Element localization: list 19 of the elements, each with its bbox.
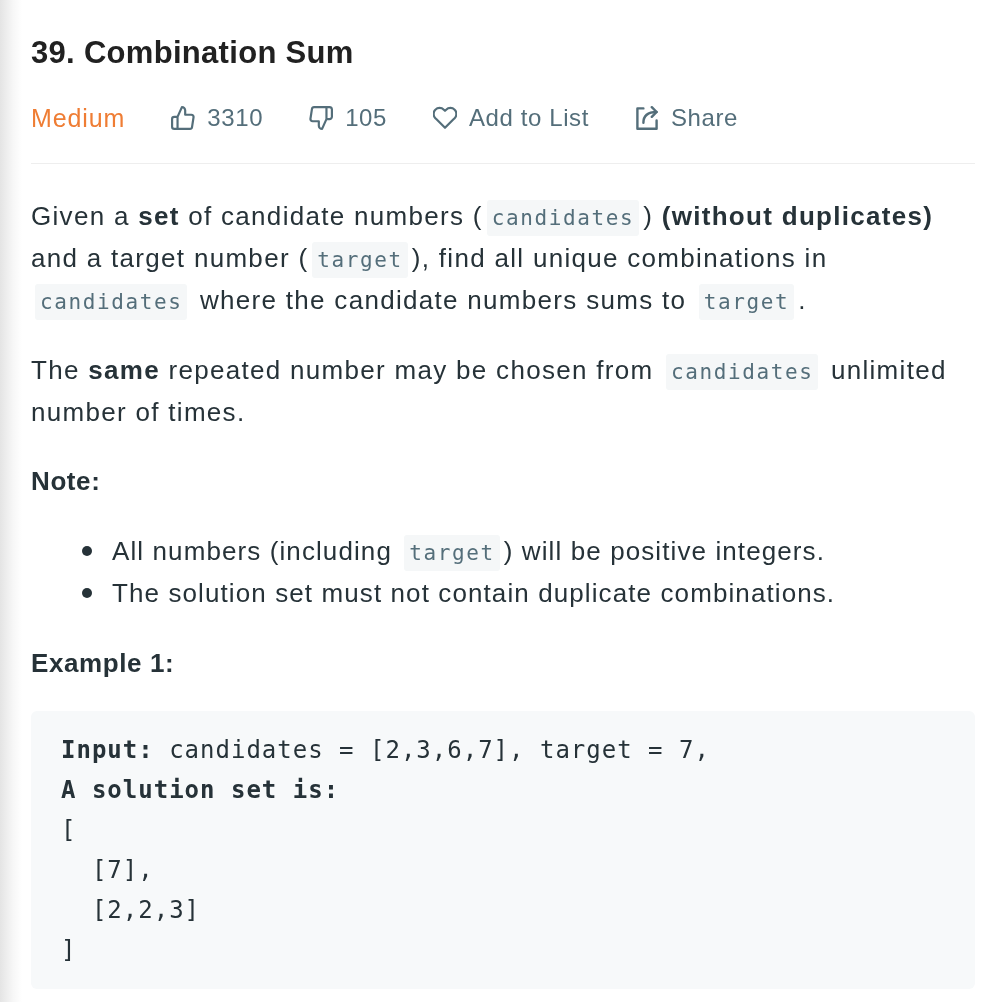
problem-title: 39. Combination Sum (31, 34, 355, 72)
heart-icon (432, 106, 457, 130)
bullet-icon (82, 546, 92, 556)
description-paragraph: The same repeated number may be chosen from candidates unlimited number of times. (31, 353, 948, 429)
dislike-button[interactable]: 105 (309, 103, 387, 133)
thumbs-down-icon (309, 106, 334, 130)
bullet-icon (82, 588, 92, 598)
share-button[interactable]: Share (635, 103, 739, 133)
note-item-text: All numbers (including target ) will be positive integers. (112, 530, 826, 572)
difficulty-label: Medium (31, 103, 126, 133)
share-icon (635, 106, 659, 130)
thumbs-up-icon (171, 106, 196, 130)
example-heading: Example 1: (31, 647, 176, 680)
description-paragraph: Given a set of candidate numbers ( candidates ) (without duplicates) and a target number ( target ), find all unique combinations in candidates where the candidate numbers sums to target . (31, 195, 975, 321)
add-to-list-button[interactable]: Add to List (432, 103, 589, 133)
example-code-block: Input: candidates = [2,3,6,7], target = 7, A solution set is: [ [7], [2,2,3] ] (31, 711, 975, 989)
note-item-text: The solution set must not contain duplicate combinations. (112, 577, 836, 610)
like-button[interactable]: 3310 (171, 103, 264, 133)
note-heading: Note: (31, 465, 102, 498)
